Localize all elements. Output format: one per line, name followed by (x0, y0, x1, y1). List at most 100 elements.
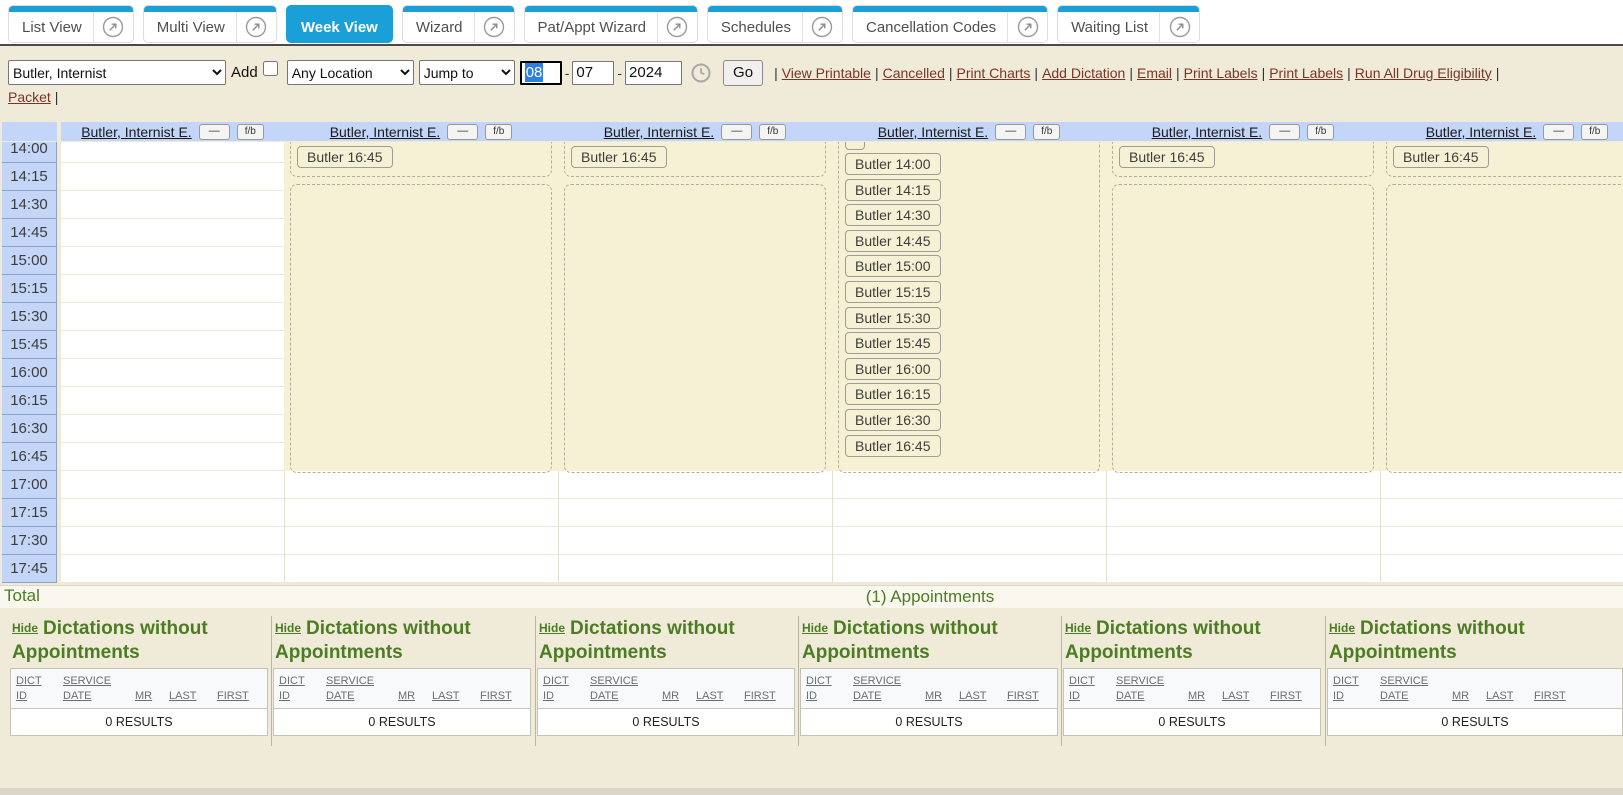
provider-column-link[interactable]: Butler, Internist E. (604, 124, 715, 140)
open-new-window-icon[interactable] (1008, 12, 1047, 42)
date-month-input[interactable]: 08 (520, 61, 562, 85)
hide-dictations-link[interactable]: Hide (1329, 621, 1355, 635)
tab-multi-view[interactable]: Multi View (143, 5, 277, 43)
collapse-column-button[interactable]: — (199, 124, 230, 140)
hide-dictations-link[interactable]: Hide (12, 621, 38, 635)
sort-link[interactable]: LAST (959, 690, 987, 702)
slot-button[interactable]: Butler 14:45 (845, 230, 941, 252)
sort-link[interactable]: LAST (696, 690, 724, 702)
sort-link[interactable]: SERVICE (853, 675, 901, 687)
tab-waiting-list[interactable]: Waiting List (1057, 5, 1200, 43)
date-day-input[interactable]: 07 (572, 61, 614, 85)
provider-select[interactable]: Butler, Internist (8, 60, 226, 85)
slot-button[interactable]: Butler 16:45 (1393, 146, 1489, 168)
slot-button[interactable]: Butler 16:45 (297, 146, 393, 168)
sort-link[interactable]: ID (1333, 690, 1344, 702)
open-new-window-icon[interactable] (475, 12, 514, 42)
sort-link[interactable]: ID (806, 690, 817, 702)
sort-link[interactable]: SERVICE (1116, 675, 1164, 687)
sort-link[interactable]: MR (135, 690, 152, 702)
sort-link[interactable]: SERVICE (590, 675, 638, 687)
collapse-column-button[interactable]: — (1543, 124, 1574, 140)
toolbar-link[interactable]: Print Labels (1184, 65, 1258, 81)
slot-button[interactable]: Butler 16:30 (845, 409, 941, 431)
tab-week-view[interactable]: Week View (286, 5, 393, 43)
tab-cancellation-codes[interactable]: Cancellation Codes (852, 5, 1048, 43)
toolbar-link[interactable]: Print Charts (957, 65, 1031, 81)
fb-button[interactable]: f/b (1307, 124, 1334, 140)
sort-link[interactable]: DATE (590, 690, 619, 702)
sort-link[interactable]: DATE (326, 690, 355, 702)
hide-dictations-link[interactable]: Hide (539, 621, 565, 635)
slot-button[interactable]: Butler 15:30 (845, 307, 941, 329)
slot-button[interactable]: Butler 15:15 (845, 281, 941, 303)
sort-link[interactable]: ID (16, 690, 27, 702)
fb-button[interactable]: f/b (485, 124, 512, 140)
toolbar-link[interactable]: Print Labels (1269, 65, 1343, 81)
slot-button[interactable]: Butler 16:45 (571, 146, 667, 168)
provider-column-link[interactable]: Butler, Internist E. (1426, 124, 1537, 140)
sort-link[interactable]: DICT (543, 675, 569, 687)
location-select[interactable]: Any Location (287, 60, 414, 85)
toolbar-link[interactable]: View Printable (782, 65, 871, 81)
sort-link[interactable]: ID (543, 690, 554, 702)
slot-button[interactable]: Butler 16:15 (845, 383, 941, 405)
slot-button[interactable]: Butler 14:30 (845, 204, 941, 226)
slot-button[interactable]: Butler 14:15 (845, 179, 941, 201)
sort-link[interactable]: DATE (853, 690, 882, 702)
sort-link[interactable]: MR (662, 690, 679, 702)
sort-link[interactable]: DATE (63, 690, 92, 702)
sort-link[interactable]: SERVICE (326, 675, 374, 687)
sort-link[interactable]: DATE (1116, 690, 1145, 702)
sort-link[interactable]: ID (1069, 690, 1080, 702)
tab-pat-appt-wizard[interactable]: Pat/Appt Wizard (524, 5, 698, 43)
sort-link[interactable]: FIRST (480, 690, 512, 702)
hide-dictations-link[interactable]: Hide (802, 621, 828, 635)
toolbar-link[interactable]: Email (1137, 65, 1172, 81)
toolbar-link[interactable]: Cancelled (883, 65, 945, 81)
jump-to-select[interactable]: Jump to (419, 60, 515, 85)
fb-button[interactable]: f/b (759, 124, 786, 140)
slot-button[interactable]: Butler 16:00 (845, 358, 941, 380)
sort-link[interactable]: LAST (1222, 690, 1250, 702)
collapse-column-button[interactable]: — (447, 124, 478, 140)
fb-button[interactable]: f/b (1581, 124, 1608, 140)
collapse-column-button[interactable]: — (995, 124, 1026, 140)
sort-link[interactable]: FIRST (1270, 690, 1302, 702)
sort-link[interactable]: MR (1188, 690, 1205, 702)
sort-link[interactable]: DICT (279, 675, 305, 687)
toolbar-link[interactable]: Add Dictation (1042, 65, 1125, 81)
sort-link[interactable]: ID (279, 690, 290, 702)
sort-link[interactable]: LAST (169, 690, 197, 702)
tab-schedules[interactable]: Schedules (707, 5, 843, 43)
slot-button[interactable]: Butler 16:45 (845, 435, 941, 457)
slot-button[interactable]: Butler 16:45 (1119, 146, 1215, 168)
add-checkbox[interactable] (263, 61, 278, 76)
tab-list-view[interactable]: List View (8, 5, 134, 43)
slot-button[interactable]: Butler 15:45 (845, 332, 941, 354)
fb-button[interactable]: f/b (1033, 124, 1060, 140)
slot-button[interactable]: Butler 14:00 (845, 153, 941, 175)
sort-link[interactable]: DICT (1069, 675, 1095, 687)
sort-link[interactable]: DICT (806, 675, 832, 687)
sort-link[interactable]: DICT (1333, 675, 1359, 687)
open-new-window-icon[interactable] (1160, 12, 1199, 42)
collapse-column-button[interactable]: — (721, 124, 752, 140)
slot-button[interactable]: Butler 15:00 (845, 255, 941, 277)
clock-icon[interactable] (690, 62, 712, 84)
sort-link[interactable]: MR (925, 690, 942, 702)
open-new-window-icon[interactable] (803, 12, 842, 42)
sort-link[interactable]: LAST (1486, 690, 1514, 702)
go-button[interactable]: Go (723, 60, 763, 86)
open-new-window-icon[interactable] (658, 12, 697, 42)
sort-link[interactable]: DATE (1380, 690, 1409, 702)
packet-link[interactable]: Packet (8, 89, 51, 105)
hide-dictations-link[interactable]: Hide (275, 621, 301, 635)
hide-dictations-link[interactable]: Hide (1065, 621, 1091, 635)
collapse-column-button[interactable]: — (1269, 124, 1300, 140)
sort-link[interactable]: FIRST (744, 690, 776, 702)
provider-column-link[interactable]: Butler, Internist E. (330, 124, 441, 140)
provider-column-link[interactable]: Butler, Internist E. (1152, 124, 1263, 140)
open-new-window-icon[interactable] (94, 12, 133, 42)
open-new-window-icon[interactable] (237, 12, 276, 42)
